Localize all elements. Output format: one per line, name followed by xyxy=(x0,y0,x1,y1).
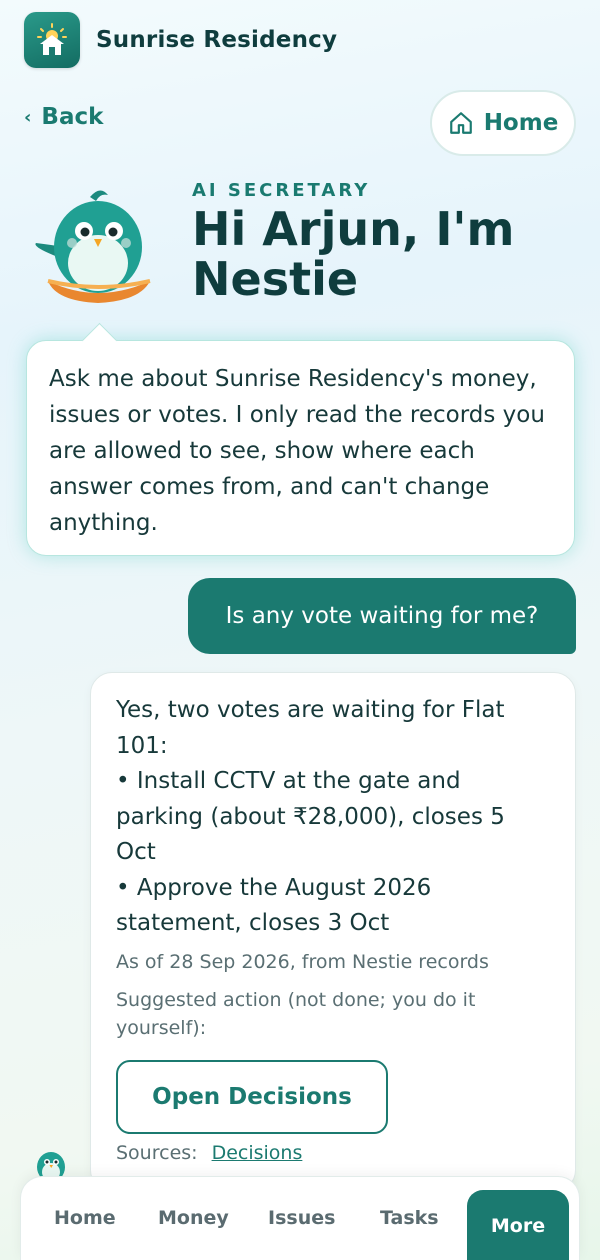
page-title: Hi Arjun, I'm Nestie xyxy=(192,202,515,306)
reply-line: • Install CCTV at the gate and parking (… xyxy=(116,768,505,865)
sources-row: Sources: Decisions xyxy=(116,1142,551,1164)
bird-mascot-icon xyxy=(30,185,155,310)
suggested-action-label: Suggested action (not done; you do it yo… xyxy=(116,988,476,1039)
user-message: Is any vote waiting for me? xyxy=(188,578,576,654)
source-link-decisions[interactable]: Decisions xyxy=(212,1142,303,1164)
kicker-label: AI SECRETARY xyxy=(192,180,371,201)
house-sun-icon[interactable] xyxy=(24,12,80,68)
bottom-nav: Home Money Issues Tasks More xyxy=(20,1176,580,1260)
nav-tab-tasks[interactable]: Tasks xyxy=(380,1207,439,1229)
assistant-reply: Yes, two votes are waiting for Flat 101:… xyxy=(90,672,576,1192)
nav-tab-issues[interactable]: Issues xyxy=(268,1207,335,1229)
home-button[interactable]: Home xyxy=(430,90,576,156)
back-button[interactable]: ‹ Back xyxy=(24,104,103,130)
house-icon xyxy=(449,112,472,134)
nav-tab-home[interactable]: Home xyxy=(54,1207,116,1229)
nav-tab-more[interactable]: More xyxy=(467,1190,569,1260)
open-decisions-button[interactable]: Open Decisions xyxy=(116,1059,388,1134)
home-label: Home xyxy=(483,110,559,136)
nav-tab-money[interactable]: Money xyxy=(158,1207,229,1229)
reply-meta: As of 28 Sep 2026, from Nestie records xyxy=(116,950,489,973)
reply-line: Yes, two votes are waiting for Flat 101: xyxy=(116,697,505,759)
app-header: Sunrise Residency xyxy=(24,12,337,68)
reply-line: • Approve the August 2026 statement, clo… xyxy=(116,874,432,937)
intro-bubble: Ask me about Sunrise Residency's money, … xyxy=(26,340,575,556)
sources-label: Sources: xyxy=(116,1141,198,1164)
app-name: Sunrise Residency xyxy=(96,27,338,53)
chevron-left-icon: ‹ xyxy=(24,106,32,128)
back-label: Back xyxy=(41,104,104,130)
